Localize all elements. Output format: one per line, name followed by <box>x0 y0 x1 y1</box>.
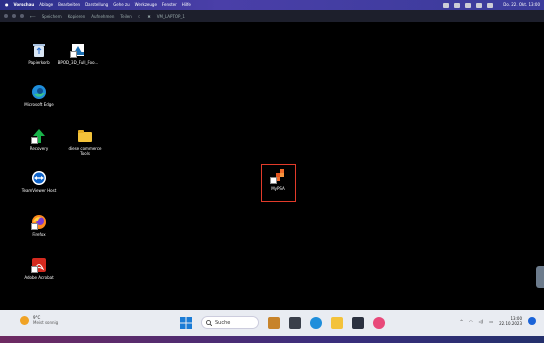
mac-menubar: ● Vorschau Ablage Bearbeiten Darstellung… <box>0 0 544 10</box>
app-taskbar-icon[interactable] <box>373 316 385 329</box>
vm-toolbar: ⟵ Speichern Kopieren Aufnehmen Teilen ☾ … <box>0 10 544 22</box>
desktop-icon-recycle-bin[interactable]: Papierkorb <box>18 42 60 65</box>
chevron-up-icon[interactable]: ^ <box>460 319 463 324</box>
menu-item-bearbeiten[interactable]: Bearbeiten <box>58 0 80 10</box>
recovery-icon <box>31 128 47 144</box>
vm-toolbar-item[interactable]: Teilen <box>120 14 131 19</box>
desktop-icon-folder[interactable]: diese commerce Tools <box>64 128 106 156</box>
status-icon[interactable] <box>454 2 461 8</box>
vm-toolbar-item[interactable]: ☾ <box>138 14 142 19</box>
taskbar-apps: Suche <box>180 316 385 329</box>
weather-widget[interactable]: 9°C Meist sonnig <box>20 315 58 325</box>
desktop-icon-label: Papierkorb <box>28 60 50 65</box>
folder-icon <box>77 128 93 144</box>
desktop-icon-label: Microsoft Edge <box>24 102 54 107</box>
desktop-icon-firefox[interactable]: Firefox <box>18 214 60 237</box>
windows-taskbar: 9°C Meist sonnig Suche ^ ◠ ◁) ▭ 13:00 22… <box>0 310 544 336</box>
desktop-icon-recovery[interactable]: Recovery <box>18 128 60 151</box>
mypsa-icon <box>270 168 286 184</box>
battery-icon[interactable] <box>476 2 483 8</box>
desktop-icon-mypsa[interactable]: MyPSA <box>257 168 299 191</box>
desktop-icon-label: diese commerce Tools <box>68 146 102 156</box>
side-panel-handle[interactable] <box>536 266 544 288</box>
wifi-icon[interactable]: ◠ <box>469 319 473 324</box>
apple-menu-icon[interactable]: ● <box>5 0 9 10</box>
edge-icon <box>31 84 47 100</box>
status-icon[interactable] <box>443 2 450 8</box>
desktop-icon-label: TeamViewer Host <box>21 188 57 193</box>
volume-icon[interactable]: ◁) <box>479 319 484 324</box>
file-explorer-icon[interactable] <box>268 316 280 329</box>
desktop-icon-edge[interactable]: Microsoft Edge <box>18 84 60 107</box>
shortcut-arrow-icon <box>31 223 38 230</box>
window-close-button[interactable] <box>4 14 8 18</box>
desktop-icon-label: MyPSA <box>271 186 285 191</box>
control-center-icon[interactable] <box>487 2 494 8</box>
clock-date: 22.10.2023 <box>499 321 522 326</box>
mac-status-area: Do. 22. Okt. 13:00 <box>443 0 540 10</box>
desktop-icon-acrobat[interactable]: Adobe Acrobat <box>18 257 60 280</box>
weather-desc: Meist sonnig <box>33 320 59 325</box>
menu-item-gehe-zu[interactable]: Gehe zu <box>113 0 129 10</box>
menu-item-fenster[interactable]: Fenster <box>162 0 177 10</box>
desktop-icon-label: Recovery <box>29 146 49 151</box>
shortcut-arrow-icon <box>31 137 38 144</box>
menu-item-app[interactable]: Vorschau <box>14 0 35 10</box>
mpsa-file-icon <box>70 42 86 58</box>
mac-wallpaper-strip <box>0 336 544 343</box>
vm-toolbar-item[interactable]: Kopieren <box>68 14 86 19</box>
shortcut-arrow-icon <box>70 51 77 58</box>
taskbar-clock[interactable]: 13:00 22.10.2023 <box>499 316 522 326</box>
desktop-icon-label: Firefox <box>32 232 46 237</box>
acrobat-icon <box>31 257 47 273</box>
vm-title: VM_LAPTOP_1 <box>156 13 185 19</box>
task-view-icon[interactable] <box>289 316 301 329</box>
firefox-icon <box>31 214 47 230</box>
window-minimize-button[interactable] <box>12 14 16 18</box>
terminal-icon[interactable] <box>352 316 364 329</box>
search-icon <box>206 319 212 326</box>
windows-desktop[interactable]: Papierkorb BPOD_3D_Full_Foo... Microsoft… <box>0 22 544 310</box>
wifi-icon[interactable] <box>465 2 472 8</box>
vm-toolbar-item[interactable]: Aufnehmen <box>91 14 114 19</box>
folder-taskbar-icon[interactable] <box>331 316 343 329</box>
shortcut-arrow-icon <box>31 266 38 273</box>
vm-toolbar-item[interactable]: ✖ <box>147 14 150 19</box>
vm-toolbar-item[interactable]: ⟵ <box>30 14 36 19</box>
edge-taskbar-icon[interactable] <box>310 316 322 329</box>
shortcut-arrow-icon <box>270 177 277 184</box>
vm-toolbar-item[interactable]: Speichern <box>42 14 62 19</box>
menu-item-darstellung[interactable]: Darstellung <box>85 0 108 10</box>
mac-clock[interactable]: Do. 22. Okt. 13:00 <box>503 0 540 10</box>
desktop-icon-label: Adobe Acrobat <box>24 275 54 280</box>
menu-item-ablage[interactable]: Ablage <box>39 0 53 10</box>
notification-icon[interactable] <box>528 317 536 325</box>
battery-icon[interactable]: ▭ <box>489 319 493 324</box>
system-tray: ^ ◠ ◁) ▭ 13:00 22.10.2023 <box>460 316 536 326</box>
recycle-bin-icon <box>31 42 47 58</box>
teamviewer-icon <box>31 170 47 186</box>
window-zoom-button[interactable] <box>20 14 24 18</box>
desktop-icon-label: BPOD_3D_Full_Foo... <box>57 60 99 65</box>
start-button[interactable] <box>180 316 192 329</box>
desktop-icon-bpod-file[interactable]: BPOD_3D_Full_Foo... <box>57 42 99 65</box>
desktop-icon-teamviewer[interactable]: TeamViewer Host <box>18 170 60 193</box>
menu-item-werkzeuge[interactable]: Werkzeuge <box>135 0 157 10</box>
taskbar-search[interactable]: Suche <box>201 316 259 329</box>
sun-icon <box>20 315 29 325</box>
menu-item-hilfe[interactable]: Hilfe <box>182 0 191 10</box>
search-placeholder: Suche <box>215 319 231 326</box>
